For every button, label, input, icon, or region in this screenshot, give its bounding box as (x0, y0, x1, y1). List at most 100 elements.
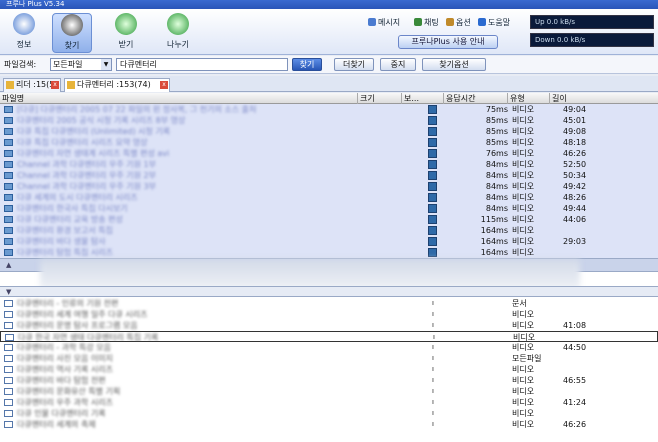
table-row[interactable]: 다큐멘터리 2005 공식 시청 기록 시리즈 8부 영상 85ms 비디오 45:0… (0, 115, 658, 126)
table-row[interactable]: 다큐 특집 다큐멘터리 시리즈 요약 영상 85ms 비디오 48:18 (0, 137, 658, 148)
close-icon[interactable]: x (160, 81, 168, 89)
table-row[interactable]: 다큐 세계의 도시 다큐멘터리 시리즈 84ms 비디오 48:26 (0, 192, 658, 203)
file-name: Channel 과학 다큐멘터리 우주 기원 2부 (17, 171, 156, 180)
file-icon (4, 355, 13, 362)
table-row[interactable]: 다큐멘터리 환경 보고서 특집 164ms 비디오 (0, 225, 658, 236)
table-row[interactable]: 다큐멘터리 탐험 특집 시리즈 164ms 비디오 (0, 247, 658, 258)
table-row[interactable]: 다큐멘터리 - 과학 특강 모음 ı 비디오 44:50 (0, 342, 658, 353)
folder-icon (67, 81, 75, 89)
file-type: 비디오 (512, 116, 535, 125)
table-row[interactable]: [다큐] 다큐멘터리 2005 07 22 파일의 왼 정사복, 그 천기의 소… (0, 104, 658, 115)
source-count-marker: ı (432, 343, 434, 351)
tab-leader[interactable]: 리더 :15(5) x (3, 78, 61, 92)
nav-download-button[interactable]: 받기 (106, 13, 146, 53)
table-row[interactable]: 다큐멘터리 바다 생물 탐사 164ms 비디오 29:03 (0, 236, 658, 247)
table-row[interactable]: Channel 과학 다큐멘터리 우주 기원 2부 84ms 비디오 50:34 (0, 170, 658, 181)
table-row[interactable]: 다큐 다큐멘터리 교육 방송 편성 115ms 비디오 44:06 (0, 214, 658, 225)
col-name-header[interactable]: 파일명 (0, 93, 358, 104)
result-rows-bottom: 다큐멘터리 - 인류의 기원 전편 ı 문서 다큐멘터리 세계 여행 일주 다큐 시리… (0, 298, 658, 442)
table-row[interactable]: 다큐멘터리 한국사 특집 다시보기 84ms 비디오 49:44 (0, 203, 658, 214)
table-row[interactable]: 다큐멘터리 - 인류의 기원 전편 ı 문서 (0, 298, 658, 309)
file-name: 다큐멘터리 세계의 축제 (17, 420, 96, 429)
search-bar: 파일검색: 모든파일 ▼ 다큐멘터리 찾기 더찾기 중지 찾기옵션 (0, 56, 658, 74)
file-name: 다큐멘터리 2005 공식 시청 기록 시리즈 8부 영상 (17, 116, 186, 125)
options-link[interactable]: 옵션 (446, 17, 471, 28)
file-name: 다큐 특집 다큐멘터리 (Unlimited) 시청 기록 (17, 127, 171, 136)
source-count-marker: ı (432, 354, 434, 362)
file-icon (4, 300, 13, 307)
chevron-down-icon: ▼ (101, 59, 111, 70)
file-icon (4, 421, 13, 428)
file-type: 비디오 (512, 204, 535, 213)
file-length: 50:34 (563, 171, 587, 180)
video-file-icon (4, 205, 13, 212)
message-link[interactable]: 메시지 (368, 17, 400, 28)
help-link[interactable]: 도움말 (478, 17, 510, 28)
info-icon (13, 13, 35, 35)
file-length: 49:42 (563, 182, 587, 191)
stop-button[interactable]: 중지 (380, 58, 416, 71)
file-length: 48:26 (563, 193, 587, 202)
close-icon[interactable]: x (51, 81, 59, 89)
file-length: 49:08 (563, 127, 587, 136)
file-name: [다큐] 다큐멘터리 2005 07 22 파일의 왼 정사복, 그 천기의 소… (17, 105, 257, 114)
tab-documentary[interactable]: 다큐멘터리 :153(74) x (64, 78, 170, 92)
help-link-label: 도움말 (488, 18, 511, 27)
table-row[interactable]: 다큐멘터리 우주 과학 시리즈 ı 비디오 41:24 (0, 397, 658, 408)
file-icon (4, 322, 13, 329)
table-row[interactable]: 다큐멘터리 바다 탐험 전편 ı 비디오 46:55 (0, 375, 658, 386)
source-count-marker: ı (432, 420, 434, 428)
file-type: 비디오 (512, 409, 535, 418)
file-type: 비디오 (512, 182, 535, 191)
table-row[interactable]: 다큐멘터리 문화유산 특별 기획 ı 비디오 (0, 386, 658, 397)
status-icon (428, 204, 437, 213)
table-row[interactable]: Channel 과학 다큐멘터리 우주 기원 1부 84ms 비디오 52:50 (0, 159, 658, 170)
guide-button[interactable]: 프루나Plus 사용 안내 (398, 35, 498, 49)
response-time: 85ms (485, 116, 508, 125)
col-size-header[interactable]: 크기 (358, 93, 402, 104)
status-icon (428, 193, 437, 202)
col-speed-header[interactable]: 응답시간 (444, 93, 508, 104)
message-link-label: 메시지 (378, 18, 401, 27)
file-type-select[interactable]: 모든파일 ▼ (50, 58, 112, 71)
chat-link[interactable]: 채팅 (414, 17, 439, 28)
table-row[interactable]: 다큐 인물 다큐멘터리 기록 ı 비디오 (0, 408, 658, 419)
table-row[interactable]: 다큐멘터리 세계 여행 일주 다큐 시리즈 ı 비디오 (0, 309, 658, 320)
table-row[interactable]: 다큐 한국 자연 생태 다큐멘터리 특집 기록 ı 비디오 (0, 331, 658, 342)
file-length: 46:55 (563, 376, 587, 385)
table-row[interactable]: 다큐멘터리 세계의 축제 ı 비디오 46:26 (0, 419, 658, 430)
source-count-marker: ı (432, 409, 434, 417)
file-length: 49:44 (563, 204, 587, 213)
status-icon (428, 171, 437, 180)
table-row[interactable]: Channel 과학 다큐멘터리 우주 기원 3부 84ms 비디오 49:42 (0, 181, 658, 192)
source-count-marker: ı (432, 310, 434, 318)
video-file-icon (4, 249, 13, 256)
nav-share-button[interactable]: 나누기 (158, 13, 198, 53)
file-length: 46:26 (563, 420, 587, 429)
file-type: 비디오 (512, 215, 535, 224)
col-type-header[interactable]: 유형 (508, 93, 550, 104)
status-icon (428, 149, 437, 158)
file-name: 다큐멘터리 탐험 특집 시리즈 (17, 248, 113, 257)
file-name: 다큐멘터리 환경 보고서 특집 (17, 226, 113, 235)
col-length-header[interactable]: 길이 (550, 93, 658, 104)
search-button[interactable]: 찾기 (292, 58, 322, 71)
table-row[interactable]: 다큐멘터리 사진 모음 이미지 ı 모든파일 (0, 353, 658, 364)
video-file-icon (4, 117, 13, 124)
nav-find-button[interactable]: 찾기 (52, 13, 92, 53)
table-row[interactable]: 다큐멘터리 문명 탐사 프로그램 모음 ı 비디오 41:08 (0, 320, 658, 331)
table-row[interactable]: 다큐 특집 다큐멘터리 (Unlimited) 시청 기록 85ms 비디오 49:0… (0, 126, 658, 137)
search-options-button[interactable]: 찾기옵션 (422, 58, 486, 71)
table-row[interactable]: 다큐멘터리 역사 기록 시리즈 ı 비디오 (0, 364, 658, 375)
file-type: 비디오 (512, 387, 535, 396)
nav-info-button[interactable]: 정보 (4, 13, 44, 53)
message-icon (368, 18, 376, 26)
search-input[interactable]: 다큐멘터리 (116, 58, 288, 71)
file-type: 비디오 (512, 398, 535, 407)
table-row[interactable]: 다큐멘터리 자연 생태계 시리즈 특별 편성 avi 76ms 비디오 46:26 (0, 148, 658, 159)
source-count-marker: ı (432, 299, 434, 307)
col-status-header[interactable]: 보... (402, 93, 444, 104)
more-search-button[interactable]: 더찾기 (334, 58, 374, 71)
file-type: 문서 (512, 299, 527, 308)
file-type: 비디오 (512, 376, 535, 385)
